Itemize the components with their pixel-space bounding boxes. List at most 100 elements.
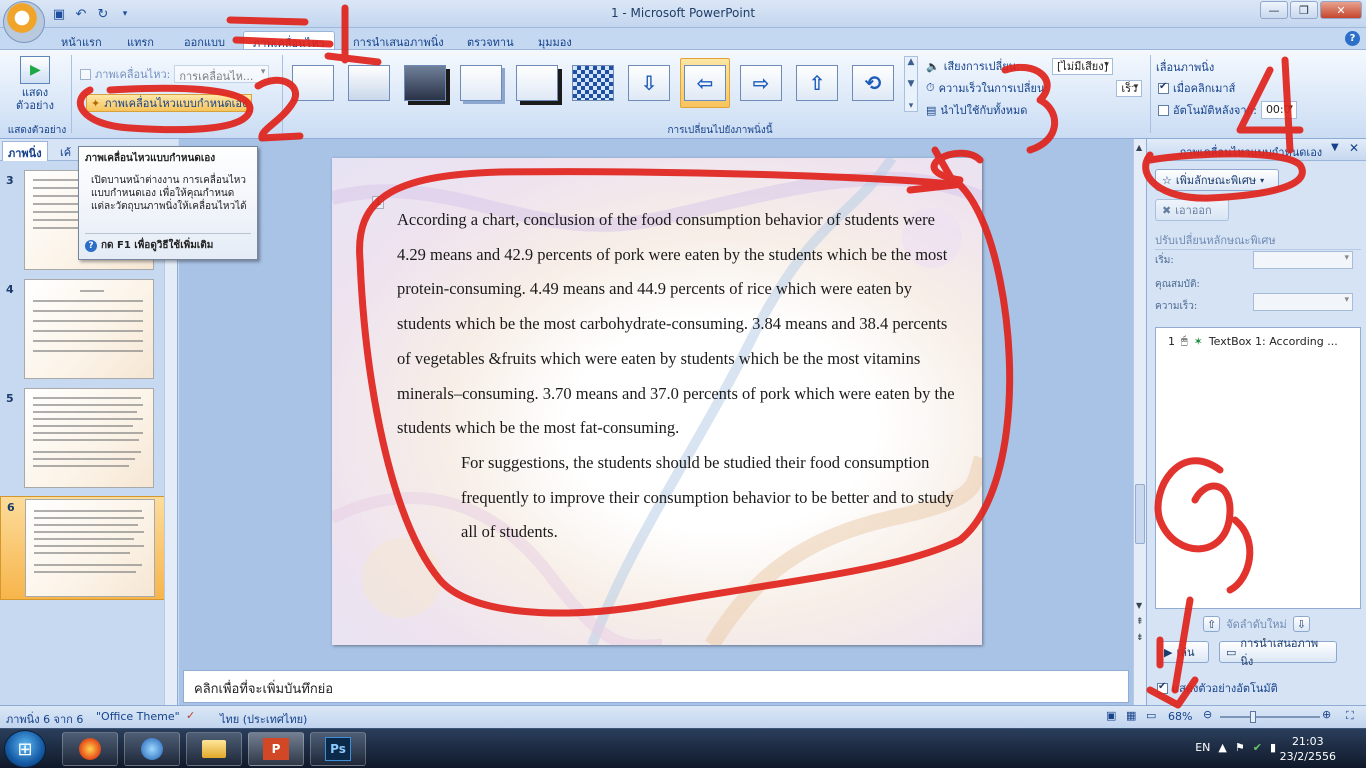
start-combo[interactable] <box>1253 251 1353 269</box>
autopreview-checkbox[interactable] <box>1157 681 1168 694</box>
slide-thumbnail-5[interactable]: 5 <box>0 388 166 494</box>
tab-outline[interactable]: เค้ <box>60 143 71 161</box>
zoom-level[interactable]: 68% <box>1168 710 1192 723</box>
slide-textbox[interactable]: According a chart, conclusion of the foo… <box>397 203 957 550</box>
zoom-slider[interactable] <box>1220 711 1320 723</box>
tray-expand-icon[interactable]: ▲ <box>1218 741 1226 754</box>
transition-random[interactable]: ⟲ <box>848 58 898 108</box>
transition-wipe-left[interactable]: ⇦ <box>680 58 730 108</box>
auto-after-checkbox[interactable] <box>1158 104 1169 116</box>
powerpoint-taskbar-icon[interactable]: P <box>248 732 304 766</box>
slide-paragraph-1: According a chart, conclusion of the foo… <box>397 210 955 438</box>
fit-to-window-icon[interactable]: ⛶ <box>1346 709 1354 723</box>
slideshow-view-icon[interactable]: ▭ <box>1146 709 1156 722</box>
transition-cut-black[interactable] <box>512 58 562 108</box>
zoom-out-icon[interactable]: ⊖ <box>1203 708 1212 721</box>
photoshop-taskbar-icon[interactable]: Ps <box>310 732 366 766</box>
signal-icon[interactable]: ▮ <box>1270 741 1276 754</box>
on-click-row[interactable]: เมื่อคลิกเมาส์ <box>1158 78 1235 98</box>
transition-wipe-down[interactable]: ⇩ <box>624 58 674 108</box>
language-status[interactable]: ไทย (ประเทศไทย) <box>220 710 307 728</box>
play-button[interactable]: ▶ เล่น <box>1157 641 1209 663</box>
auto-after-row: อัตโนมัติหลังจาก: 00:0 <box>1158 100 1297 120</box>
scroll-down-icon[interactable]: ▼ <box>1136 601 1142 610</box>
property-combo[interactable] <box>1253 293 1353 311</box>
transition-wipe-right[interactable]: ⇨ <box>736 58 786 108</box>
tab-design[interactable]: ออกแบบ <box>175 31 234 50</box>
transition-speed-combo[interactable]: เร็ว <box>1116 80 1143 97</box>
notes-field[interactable]: คลิกเพื่อที่จะเพิ่มบันทึกย่อ <box>183 670 1129 703</box>
language-indicator[interactable]: EN <box>1195 741 1210 754</box>
slideshow-button[interactable]: ▭ การนำเสนอภาพนิ่ง <box>1219 637 1337 668</box>
zoom-in-icon[interactable]: ⊕ <box>1322 708 1331 721</box>
tab-slides[interactable]: ภาพนิ่ง <box>2 141 48 161</box>
tab-review[interactable]: ตรวจทาน <box>458 31 523 50</box>
slide-scrollbar[interactable]: ▲ ▼ ⇞ ⇟ <box>1133 139 1146 705</box>
apply-to-all-button[interactable]: ▤ นำไปใช้กับทั้งหมด <box>926 100 1027 120</box>
tab-home[interactable]: หน้าแรก <box>52 31 111 50</box>
slide-thumbnail-6[interactable]: 6 <box>0 496 166 600</box>
transition-wipe-up[interactable]: ⇧ <box>792 58 842 108</box>
slide-paragraph-2: For suggestions, the students should be … <box>461 452 954 542</box>
speed-label: ความเร็วในการเปลี่ยน: <box>938 82 1049 95</box>
preview-button[interactable]: ▶ แสดงตัวอย่าง <box>8 56 62 118</box>
animate-combo[interactable]: การเคลื่อนไห... <box>174 65 270 83</box>
on-click-checkbox[interactable] <box>1158 81 1169 94</box>
autopreview-label: แสดงตัวอย่างอัตโนมัติ <box>1172 682 1278 695</box>
security-icon[interactable]: ✔ <box>1253 741 1262 754</box>
tab-animations[interactable]: ภาพเคลื่อนไหว <box>243 31 335 50</box>
gallery-scroll[interactable]: ▲ ▼ ▾ <box>904 56 918 112</box>
minimize-button[interactable]: — <box>1260 1 1288 19</box>
spellcheck-icon[interactable]: ✓ <box>186 709 195 722</box>
animation-order-tag[interactable]: 1 <box>372 196 385 209</box>
previous-slide-icon[interactable]: ⇞ <box>1136 617 1144 627</box>
add-effect-button[interactable]: ☆ เพิ่มลักษณะพิเศษ ▾ <box>1155 169 1279 191</box>
scrollbar-thumb[interactable] <box>1135 484 1145 544</box>
tab-view[interactable]: มุมมอง <box>529 31 581 50</box>
slide-thumbnail-4[interactable]: 4 <box>0 279 166 385</box>
close-button[interactable]: ✕ <box>1320 1 1362 19</box>
animation-list[interactable]: 1 🖱 ✶ TextBox 1: According ... <box>1155 327 1361 609</box>
autopreview-row[interactable]: แสดงตัวอย่างอัตโนมัติ <box>1157 679 1278 697</box>
gallery-up-icon[interactable]: ▲ <box>908 57 915 67</box>
tooltip-help-text: กด F1 เพื่อดูวิธีใช้เพิ่มเติม <box>101 240 214 251</box>
move-up-icon[interactable]: ⇧ <box>1203 616 1221 632</box>
scroll-up-icon[interactable]: ▲ <box>1136 143 1142 152</box>
clock[interactable]: 21:03 23/2/2556 <box>1280 734 1336 764</box>
close-pane-icon[interactable]: ✕ <box>1349 141 1359 155</box>
gallery-more-icon[interactable]: ▾ <box>909 101 914 111</box>
network-app-taskbar-icon[interactable] <box>124 732 180 766</box>
restore-button[interactable]: ❐ <box>1290 1 1318 19</box>
transition-dissolve[interactable] <box>568 58 618 108</box>
transition-cut[interactable] <box>456 58 506 108</box>
custom-animation-button[interactable]: ✦ ภาพเคลื่อนไหวแบบกำหนดเอง <box>86 94 253 112</box>
tab-slideshow[interactable]: การนำเสนอภาพนิ่ง <box>344 31 453 50</box>
action-center-icon[interactable]: ⚑ <box>1235 741 1245 754</box>
transition-none[interactable] <box>288 58 338 108</box>
pane-menu-icon[interactable]: ▼ <box>1331 142 1339 153</box>
slide-canvas[interactable]: 1 According a chart, conclusion of the f… <box>332 158 982 645</box>
tab-insert[interactable]: แทรก <box>118 31 163 50</box>
transition-fade-smooth[interactable] <box>344 58 394 108</box>
entrance-effect-icon: ✶ <box>1193 334 1203 348</box>
move-down-icon[interactable]: ⇩ <box>1292 616 1310 632</box>
slide-sorter-icon[interactable]: ▦ <box>1126 709 1136 722</box>
transition-fade-black[interactable] <box>400 58 450 108</box>
slide-preview <box>24 279 154 379</box>
office-button[interactable] <box>3 1 45 43</box>
animation-list-item[interactable]: 1 🖱 ✶ TextBox 1: According ... <box>1158 332 1358 350</box>
firefox-taskbar-icon[interactable] <box>62 732 118 766</box>
transition-sound-combo[interactable]: [ไม่มีเสียง] <box>1052 58 1113 75</box>
start-button[interactable]: ⊞ <box>4 730 46 768</box>
remove-button[interactable]: ✖ เอาออก <box>1155 199 1229 221</box>
help-icon[interactable]: ? <box>1345 31 1360 46</box>
transition-group-label: การเปลี่ยนไปยังภาพนิ่งนี้ <box>667 125 773 136</box>
normal-view-icon[interactable]: ▣ <box>1106 709 1116 722</box>
next-slide-icon[interactable]: ⇟ <box>1136 633 1144 643</box>
auto-after-label: อัตโนมัติหลังจาก: <box>1173 104 1257 117</box>
auto-after-input[interactable]: 00:0 <box>1260 101 1297 119</box>
zoom-slider-thumb[interactable] <box>1250 711 1256 723</box>
animate-icon <box>80 68 91 80</box>
gallery-down-icon[interactable]: ▼ <box>908 79 915 89</box>
explorer-taskbar-icon[interactable] <box>186 732 242 766</box>
